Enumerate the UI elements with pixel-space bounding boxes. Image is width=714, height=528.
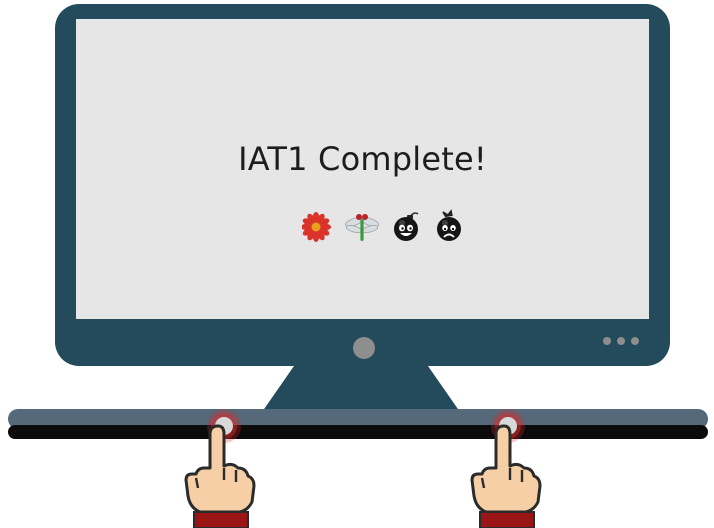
right-pointing-hand-icon (470, 424, 542, 528)
stimulus-icons (301, 209, 472, 245)
dragonfly-icon (345, 214, 379, 241)
flower-icon (301, 212, 331, 242)
monitor-screen: IAT1 Complete! (76, 19, 649, 319)
indicator-dots (603, 337, 649, 347)
iat-completion-scene: IAT1 Complete! (0, 0, 714, 528)
indicator-dot (631, 337, 639, 345)
desk-bar (8, 409, 708, 439)
power-button (353, 337, 375, 359)
happy-bomb-icon (394, 212, 419, 241)
left-pointing-hand-icon (184, 424, 256, 528)
completion-message: IAT1 Complete! (238, 140, 487, 178)
indicator-dot (603, 337, 611, 345)
indicator-dot (617, 337, 625, 345)
monitor: IAT1 Complete! (55, 4, 670, 366)
sad-bomb-icon (437, 209, 461, 241)
